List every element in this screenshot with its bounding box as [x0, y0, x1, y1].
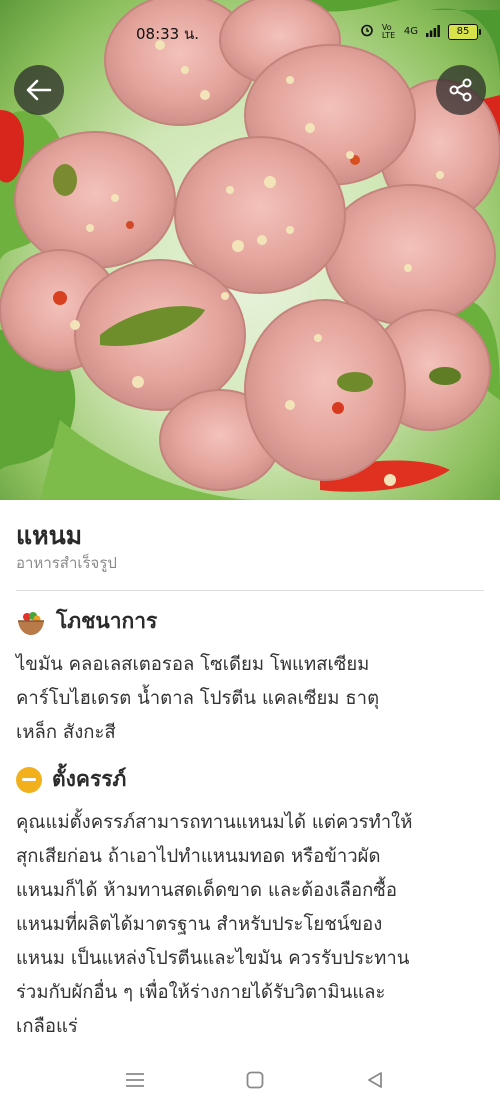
back-button[interactable] [14, 65, 64, 115]
pregnancy-line: แหนม เป็นแหล่งโปรตีนและไขมัน ควรรับประทา… [16, 948, 410, 969]
pregnancy-heading: ตั้งครรภ์ [16, 763, 126, 796]
battery-level: 85 [456, 26, 470, 37]
food-bowl-icon [18, 611, 44, 635]
recent-apps-button[interactable] [120, 1068, 150, 1092]
battery-icon: 85 [448, 23, 481, 40]
nav-back-button[interactable] [360, 1068, 390, 1092]
arrow-left-icon [26, 79, 52, 101]
home-button[interactable] [240, 1068, 270, 1092]
minus-circle-icon [16, 766, 42, 793]
alarm-icon [360, 23, 374, 40]
nutrition-list: ไขมัน คลอเลสเตอรอล โซเดียม โพแทสเซียม คา… [16, 648, 490, 750]
nutrition-label: โภชนาการ [56, 609, 158, 633]
back-triangle-icon [368, 1072, 382, 1088]
network-label: 4G [403, 26, 418, 37]
home-icon [246, 1071, 264, 1089]
nutrition-line: ไขมัน คลอเลสเตอรอล โซเดียม โพแทสเซียม [16, 654, 370, 675]
pregnancy-line: แหนมที่ผลิตได้มาตรฐาน สำหรับประโยชน์ของ [16, 914, 383, 935]
share-button[interactable] [436, 65, 486, 115]
pregnancy-description: คุณแม่ตั้งครรภ์สามารถทานแหนมได้ แต่ควรทำ… [16, 806, 490, 1044]
pregnancy-line: ร่วมกับผักอื่น ๆ เพื่อให้ร่างกายได้รับวิ… [16, 982, 386, 1003]
signal-icon [426, 22, 440, 41]
nutrition-heading: โภชนาการ [16, 605, 157, 638]
recent-apps-icon [126, 1073, 144, 1087]
divider [16, 590, 484, 591]
status-icons: Vo LTE 4G 85 [360, 22, 481, 41]
pregnancy-line: คุณแม่ตั้งครรภ์สามารถทานแหนมได้ แต่ควรทำ… [16, 812, 413, 833]
pregnancy-label: ตั้งครรภ์ [52, 767, 127, 791]
pregnancy-line: สุกเสียก่อน ถ้าเอาไปทำแหนมทอด หรือข้าวผั… [16, 846, 381, 867]
food-category: อาหารสำเร็จรูป [16, 554, 117, 572]
food-photo [0, 0, 500, 500]
system-nav-bar [0, 1050, 500, 1111]
share-icon [449, 78, 472, 102]
pregnancy-line: เกลือแร่ [16, 1016, 78, 1037]
food-title: แหนม [16, 521, 83, 550]
pregnancy-line: แหนมก็ได้ ห้ามทานสดเด็ดขาด และต้องเลือกซ… [16, 880, 397, 901]
volte-label: Vo LTE [381, 22, 396, 40]
nutrition-line: คาร์โบไฮเดรต น้ำตาล โปรตีน แคลเซียม ธาตุ [16, 688, 380, 709]
status-time: 08:33 น. [136, 25, 200, 43]
naem-sausage-illustration [0, 0, 500, 500]
nutrition-line: เหล็ก สังกะสี [16, 722, 116, 743]
